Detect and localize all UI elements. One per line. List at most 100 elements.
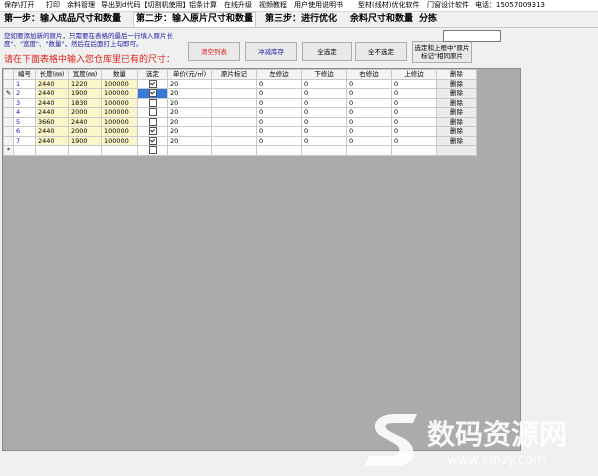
cell-length[interactable]: 2440: [35, 78, 69, 89]
empty-cell[interactable]: [256, 145, 302, 156]
col-header[interactable]: 选定: [137, 69, 168, 80]
empty-cell[interactable]: [101, 145, 138, 156]
cell-selected[interactable]: [137, 78, 168, 89]
table-row[interactable]: 6 2440 2000 100000 20 0 0 0 0 删除: [3, 126, 477, 137]
cell-bottom-trim[interactable]: 0: [301, 97, 347, 108]
cell-selected[interactable]: [137, 145, 168, 156]
table-row[interactable]: ✎ 2 2440 1900 100000 20 0 0 0 0 删除: [3, 88, 477, 99]
empty-cell[interactable]: [391, 145, 437, 156]
select-checkbox[interactable]: [148, 117, 157, 126]
select-checkbox[interactable]: [148, 79, 157, 88]
cell-left-trim[interactable]: 0: [256, 116, 302, 127]
cell-right-trim[interactable]: 0: [346, 135, 392, 146]
reduce-stock-button[interactable]: 冲减库存: [245, 42, 297, 61]
cell-right-trim[interactable]: 0: [346, 97, 392, 108]
cell-length[interactable]: 2440: [35, 88, 69, 99]
cell-left-trim[interactable]: 0: [256, 78, 302, 89]
deselect-all-button[interactable]: 全不选定: [355, 42, 407, 61]
menu-video-tutorial[interactable]: 视频教程: [259, 1, 287, 10]
menu-profile-optimizer[interactable]: 型材(线材)优化软件: [358, 1, 419, 10]
cell-length[interactable]: 2440: [35, 135, 69, 146]
delete-button[interactable]: 删除: [436, 88, 477, 99]
cell-quantity[interactable]: 100000: [101, 135, 138, 146]
col-header[interactable]: 编号: [13, 69, 36, 80]
cell-mark[interactable]: [211, 78, 257, 89]
cell-mark[interactable]: [211, 107, 257, 118]
empty-cell[interactable]: [68, 145, 102, 156]
table-row[interactable]: 4 2440 2000 100000 20 0 0 0 0 删除: [3, 107, 477, 118]
cell-no[interactable]: 5: [13, 116, 36, 127]
cell-top-trim[interactable]: 0: [391, 116, 437, 127]
select-checkbox[interactable]: [148, 127, 157, 136]
cell-price[interactable]: 20: [167, 116, 212, 127]
menu-export-dcode[interactable]: 导出到d代码【切割机使用】: [101, 1, 189, 10]
cell-left-trim[interactable]: 0: [256, 135, 302, 146]
select-checkbox[interactable]: [148, 136, 157, 145]
empty-cell[interactable]: [301, 145, 347, 156]
select-marked-button[interactable]: 选定和上框中"原片标记"相同原片: [412, 41, 472, 63]
cell-price[interactable]: 20: [167, 135, 212, 146]
cell-no[interactable]: 3: [13, 97, 36, 108]
clear-list-button[interactable]: 清空列表: [188, 42, 240, 61]
cell-width[interactable]: 2440: [68, 116, 102, 127]
cell-mark[interactable]: [211, 126, 257, 137]
menu-save-open[interactable]: 保存\打开: [4, 1, 34, 10]
select-checkbox[interactable]: [148, 98, 157, 107]
cell-no[interactable]: 7: [13, 135, 36, 146]
cell-width[interactable]: 1900: [68, 88, 102, 99]
select-checkbox[interactable]: [148, 89, 157, 98]
cell-bottom-trim[interactable]: 0: [301, 78, 347, 89]
menu-aluminum-calc[interactable]: 铝条计算: [189, 1, 217, 10]
cell-length[interactable]: 2440: [35, 107, 69, 118]
tab-step1[interactable]: 第一步：输入成品尺寸和数量: [2, 13, 123, 26]
col-header[interactable]: 数量: [101, 69, 138, 80]
select-checkbox[interactable]: [148, 108, 157, 117]
cell-top-trim[interactable]: 0: [391, 78, 437, 89]
empty-cell[interactable]: [346, 145, 392, 156]
table-row[interactable]: 1 2440 1220 100000 20 0 0 0 0 删除: [3, 78, 477, 89]
cell-quantity[interactable]: 100000: [101, 126, 138, 137]
col-header[interactable]: 右修边: [346, 69, 392, 80]
cell-width[interactable]: 1220: [68, 78, 102, 89]
cell-bottom-trim[interactable]: 0: [301, 116, 347, 127]
cell-price[interactable]: 20: [167, 88, 212, 99]
tab-offcut[interactable]: 余料尺寸和数量: [348, 13, 415, 26]
tab-sort[interactable]: 分拣: [417, 13, 439, 26]
cell-bottom-trim[interactable]: 0: [301, 88, 347, 99]
menu-offcut-manage[interactable]: 余料管理: [67, 1, 95, 10]
cell-width[interactable]: 1830: [68, 97, 102, 108]
cell-right-trim[interactable]: 0: [346, 107, 392, 118]
cell-top-trim[interactable]: 0: [391, 135, 437, 146]
cell-selected[interactable]: [137, 126, 168, 137]
cell-length[interactable]: 3660: [35, 116, 69, 127]
table-row[interactable]: 5 3660 2440 100000 20 0 0 0 0 删除: [3, 116, 477, 127]
cell-mark[interactable]: [211, 88, 257, 99]
table-row[interactable]: 3 2440 1830 100000 20 0 0 0 0 删除: [3, 97, 477, 108]
cell-length[interactable]: 2440: [35, 126, 69, 137]
cell-selected[interactable]: [137, 88, 168, 99]
col-header[interactable]: 长度(㎜): [35, 69, 69, 80]
cell-right-trim[interactable]: 0: [346, 116, 392, 127]
menu-print[interactable]: 打印: [46, 1, 60, 10]
col-header[interactable]: 单价(元/㎡): [167, 69, 212, 80]
cell-no[interactable]: 6: [13, 126, 36, 137]
col-header[interactable]: 删除: [436, 69, 477, 80]
empty-cell[interactable]: [35, 145, 69, 156]
cell-mark[interactable]: [211, 135, 257, 146]
cell-width[interactable]: 2000: [68, 126, 102, 137]
cell-selected[interactable]: [137, 97, 168, 108]
delete-button[interactable]: 删除: [436, 97, 477, 108]
tab-step3[interactable]: 第三步：进行优化: [263, 13, 339, 26]
cell-quantity[interactable]: 100000: [101, 88, 138, 99]
delete-button[interactable]: 删除: [436, 116, 477, 127]
empty-cell[interactable]: [167, 145, 212, 156]
cell-selected[interactable]: [137, 116, 168, 127]
col-header[interactable]: 宽度(㎜): [68, 69, 102, 80]
cell-right-trim[interactable]: 0: [346, 88, 392, 99]
cell-selected[interactable]: [137, 135, 168, 146]
delete-button[interactable]: [436, 145, 477, 156]
cell-left-trim[interactable]: 0: [256, 126, 302, 137]
cell-bottom-trim[interactable]: 0: [301, 135, 347, 146]
select-all-button[interactable]: 全选定: [302, 42, 352, 61]
new-row[interactable]: *: [3, 145, 477, 156]
